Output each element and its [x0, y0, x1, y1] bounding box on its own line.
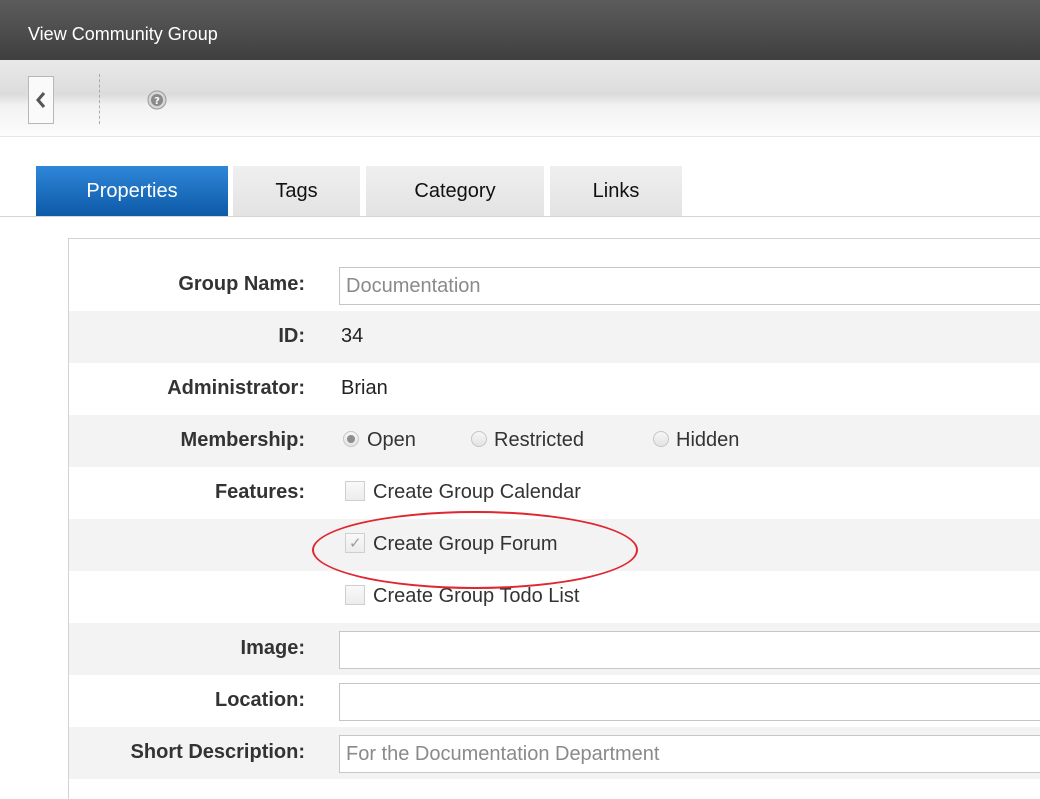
- chevron-left-icon: [36, 92, 46, 108]
- administrator-value: Brian: [341, 377, 388, 399]
- toolbar: ?: [0, 60, 1040, 137]
- id-value: 34: [341, 325, 364, 347]
- create-group-todo-checkbox[interactable]: [345, 585, 365, 605]
- short-description-label: Short Description:: [130, 741, 305, 763]
- tab-label: Tags: [275, 180, 318, 202]
- group-name-row: Group Name:: [69, 259, 1040, 311]
- location-label: Location:: [215, 689, 305, 711]
- short-description-input[interactable]: [339, 735, 1040, 773]
- id-row: ID: 34: [69, 311, 1040, 363]
- short-description-row: Short Description:: [69, 727, 1040, 779]
- tab-label: Category: [414, 180, 496, 202]
- administrator-row: Administrator: Brian: [69, 363, 1040, 415]
- membership-restricted-label: Restricted: [494, 429, 585, 451]
- back-button[interactable]: [28, 76, 54, 124]
- membership-hidden-label: Hidden: [676, 429, 740, 451]
- title-bar: View Community Group: [0, 0, 1040, 60]
- image-label: Image:: [240, 637, 305, 659]
- highlight-ellipse: [312, 511, 638, 589]
- tab-category[interactable]: Category: [366, 166, 544, 216]
- location-row: Location:: [69, 675, 1040, 727]
- membership-row: Membership: Open Restricted Hidden: [69, 415, 1040, 467]
- tab-label: Links: [592, 180, 640, 202]
- features-label: Features:: [214, 481, 305, 503]
- window-title: View Community Group: [28, 24, 218, 44]
- membership-open-label: Open: [367, 429, 416, 451]
- svg-text:?: ?: [154, 96, 160, 107]
- membership-open-radio[interactable]: [343, 431, 359, 447]
- location-input[interactable]: [339, 683, 1040, 721]
- image-input[interactable]: [339, 631, 1040, 669]
- tab-label: Properties: [86, 180, 178, 202]
- create-group-calendar-checkbox[interactable]: [345, 481, 365, 501]
- id-label: ID:: [278, 325, 305, 347]
- tab-links[interactable]: Links: [550, 166, 682, 216]
- tab-tags[interactable]: Tags: [233, 166, 360, 216]
- toolbar-separator: [99, 74, 100, 124]
- help-button[interactable]: ?: [147, 90, 167, 110]
- create-group-calendar-label: Create Group Calendar: [373, 481, 581, 503]
- help-icon: ?: [147, 90, 167, 110]
- administrator-label: Administrator:: [167, 377, 305, 399]
- membership-label: Membership:: [180, 429, 305, 451]
- tab-properties[interactable]: Properties: [36, 166, 228, 216]
- group-name-label: Group Name:: [178, 273, 305, 295]
- membership-restricted-radio[interactable]: [471, 431, 487, 447]
- membership-hidden-radio[interactable]: [653, 431, 669, 447]
- image-row: Image:: [69, 623, 1040, 675]
- tab-divider: [0, 216, 1040, 217]
- group-name-input[interactable]: [339, 267, 1040, 305]
- features-row: Features: Create Group Calendar: [69, 467, 1040, 519]
